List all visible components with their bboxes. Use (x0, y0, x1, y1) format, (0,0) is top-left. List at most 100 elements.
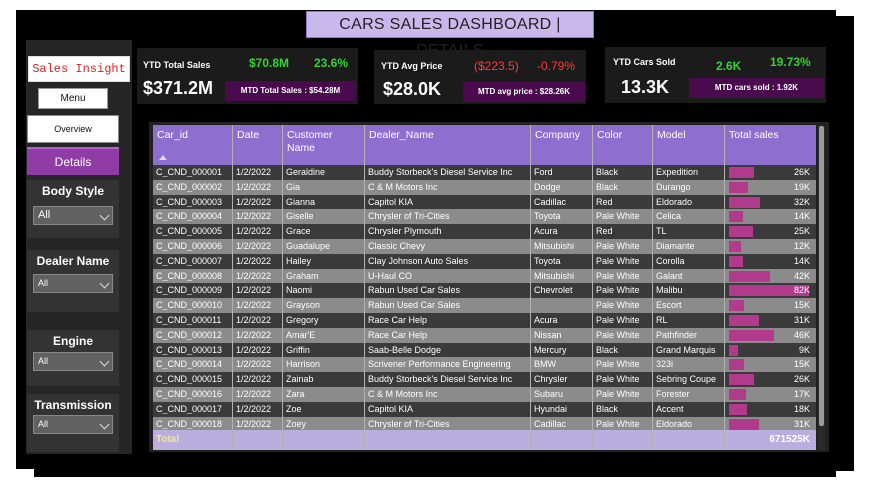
total-sales-cell: 14K (793, 211, 810, 222)
mtd-badge: MTD cars sold : 1.92K (689, 78, 824, 98)
model-cell: Celica (656, 211, 682, 222)
column-header-date[interactable]: Date (233, 129, 259, 142)
column-divider (232, 125, 233, 450)
total-sales-cell: 15K (793, 300, 810, 311)
window-shadow (34, 469, 836, 477)
sales-data-bar (729, 374, 754, 386)
company-cell: Acura (534, 226, 558, 237)
column-header-dealer-name[interactable]: Dealer_Name (365, 129, 434, 142)
total-sales-cell: 18K (793, 403, 810, 414)
car-id-cell: C_CND_000009 (156, 285, 223, 296)
color-cell: Pale White (596, 374, 640, 385)
mtd-badge: MTD avg price : $28.26K (463, 82, 585, 102)
car-id-cell: C_CND_000015 (156, 374, 223, 385)
model-cell: Grand Marquis (656, 344, 716, 355)
total-value: 671525K (769, 434, 810, 445)
table-row[interactable]: C_CND_000006 1/2/2022 Guadalupe Classic Che… (153, 239, 816, 254)
total-sales-cell: 82K (793, 285, 810, 296)
table-row[interactable]: C_CND_000011 1/2/2022 Gregory Race Car Help… (153, 313, 816, 328)
details-button[interactable]: Details (27, 147, 119, 175)
kpi-label: YTD Cars Sold (613, 57, 676, 67)
table-row[interactable]: C_CND_000014 1/2/2022 Harrison Scrivener Pe… (153, 357, 816, 373)
table-row[interactable]: C_CND_000003 1/2/2022 Gianna Capitol KIA Cad… (153, 194, 816, 210)
date-cell: 1/2/2022 (236, 344, 272, 355)
brand-logo: Sales Insight (28, 56, 130, 82)
company-cell: Hyundai (534, 403, 568, 414)
dealer-name-cell: Race Car Help (368, 329, 428, 340)
model-cell: Diamante (656, 241, 695, 251)
color-cell: Pale White (596, 315, 640, 325)
overview-button[interactable]: Overview (27, 115, 119, 143)
car-id-cell: C_CND_000013 (156, 344, 223, 355)
kpi-total-sales: YTD Total Sales $371.2M $70.8M 23.6% MTD… (137, 48, 358, 104)
menu-button[interactable]: Menu (38, 88, 108, 109)
table-row[interactable]: C_CND_000007 1/2/2022 Hailey Clay Johnson A… (153, 253, 816, 269)
column-divider (652, 125, 653, 450)
car-id-cell: C_CND_000017 (156, 403, 223, 414)
company-cell: Mercury (534, 344, 567, 355)
total-sales-cell: 19K (793, 181, 810, 192)
column-header-color[interactable]: Color (593, 129, 622, 142)
table-header: Car_id Date Customer Name Dealer_Name Co… (153, 125, 816, 165)
car-id-cell: C_CND_000008 (156, 270, 223, 281)
column-divider (530, 125, 531, 450)
sales-data-bar (729, 389, 746, 400)
table-row[interactable]: C_CND_000009 1/2/2022 Naomi Rabun Used Car … (153, 283, 816, 299)
filter-label: Transmission (34, 398, 112, 412)
transmission-dropdown[interactable]: All (33, 415, 113, 434)
sales-data-bar (729, 359, 744, 371)
scrollbar-thumb[interactable] (819, 126, 824, 426)
table-row[interactable]: C_CND_000017 1/2/2022 Zoe Capitol KIA Hyunda… (153, 401, 816, 417)
customer-name-cell: Gia (286, 181, 301, 192)
sales-data-bar (729, 181, 748, 193)
model-cell: Corolla (656, 255, 685, 266)
table-row[interactable]: C_CND_000005 1/2/2022 Grace Chrysler Plymou… (153, 224, 816, 239)
column-header-car-id[interactable]: Car_id (153, 129, 188, 142)
table-row[interactable]: C_CND_000001 1/2/2022 Geraldine Buddy Storb… (153, 165, 816, 180)
kpi-avg-price: YTD Avg Price $28.0K ($223.5) -0.79% MTD… (374, 50, 586, 104)
company-cell: Ford (534, 167, 553, 177)
table-row[interactable]: C_CND_000004 1/2/2022 Giselle Chrysler of T… (153, 209, 816, 225)
table-row[interactable]: C_CND_000008 1/2/2022 Graham U-Haul CO Mitsu… (153, 268, 816, 284)
dealer-name-dropdown[interactable]: All (33, 274, 113, 293)
column-header-company[interactable]: Company (531, 129, 580, 142)
color-cell: Pale White (596, 255, 640, 266)
date-cell: 1/2/2022 (236, 329, 272, 340)
car-id-cell: C_CND_000011 (156, 315, 222, 325)
company-cell: Subaru (534, 389, 564, 399)
table-row[interactable]: C_CND_000012 1/2/2022 Amar'E Race Car Help N… (153, 327, 816, 343)
model-cell: Eldorado (656, 418, 693, 429)
color-cell: Pale White (596, 270, 640, 281)
column-header-total-sales[interactable]: Total sales (725, 129, 779, 142)
table-row[interactable]: C_CND_000013 1/2/2022 Griffin Saab-Belle Do… (153, 342, 816, 358)
dealer-name-cell: Capitol KIA (368, 196, 414, 207)
engine-dropdown[interactable]: All (33, 352, 113, 371)
body-style-dropdown[interactable]: All (33, 206, 113, 225)
color-cell: Pale White (596, 418, 640, 429)
table-row[interactable]: C_CND_000015 1/2/2022 Zainab Buddy Storbeck… (153, 372, 816, 387)
customer-name-cell: Zoey (286, 418, 307, 429)
date-cell: 1/2/2022 (236, 226, 272, 237)
car-id-cell: C_CND_000012 (156, 329, 223, 340)
kpi-pct: 19.73% (770, 55, 811, 69)
sales-data-bar (729, 196, 760, 208)
sales-data-bar (729, 300, 744, 312)
customer-name-cell: Zara (286, 389, 305, 399)
company-cell: Dodge (534, 181, 561, 192)
table-row[interactable]: C_CND_000010 1/2/2022 Grayson Rabun Used Ca… (153, 298, 816, 313)
car-id-cell: C_CND_000006 (156, 241, 223, 251)
dealer-name-cell: Clay Johnson Auto Sales (368, 255, 469, 266)
table-row[interactable]: C_CND_000002 1/2/2022 Gia C & M Motors Inc D… (153, 179, 816, 195)
date-cell: 1/2/2022 (236, 285, 272, 296)
car-id-cell: C_CND_000016 (156, 389, 223, 399)
column-divider (282, 125, 283, 450)
column-header-customer-name[interactable]: Customer Name (283, 129, 363, 155)
company-cell: Mitsubishi (534, 241, 575, 251)
page-title: CARS SALES DASHBOARD | DETAILS (306, 11, 594, 59)
column-header-model[interactable]: Model (653, 129, 686, 142)
kpi-cars-sold: YTD Cars Sold 13.3K 2.6K 19.73% MTD cars… (605, 47, 826, 103)
kpi-delta: $70.8M (249, 56, 290, 70)
company-cell: BMW (534, 359, 556, 370)
date-cell: 1/2/2022 (236, 181, 272, 192)
table-row[interactable]: C_CND_000016 1/2/2022 Zara C & M Motors Inc… (153, 387, 816, 402)
